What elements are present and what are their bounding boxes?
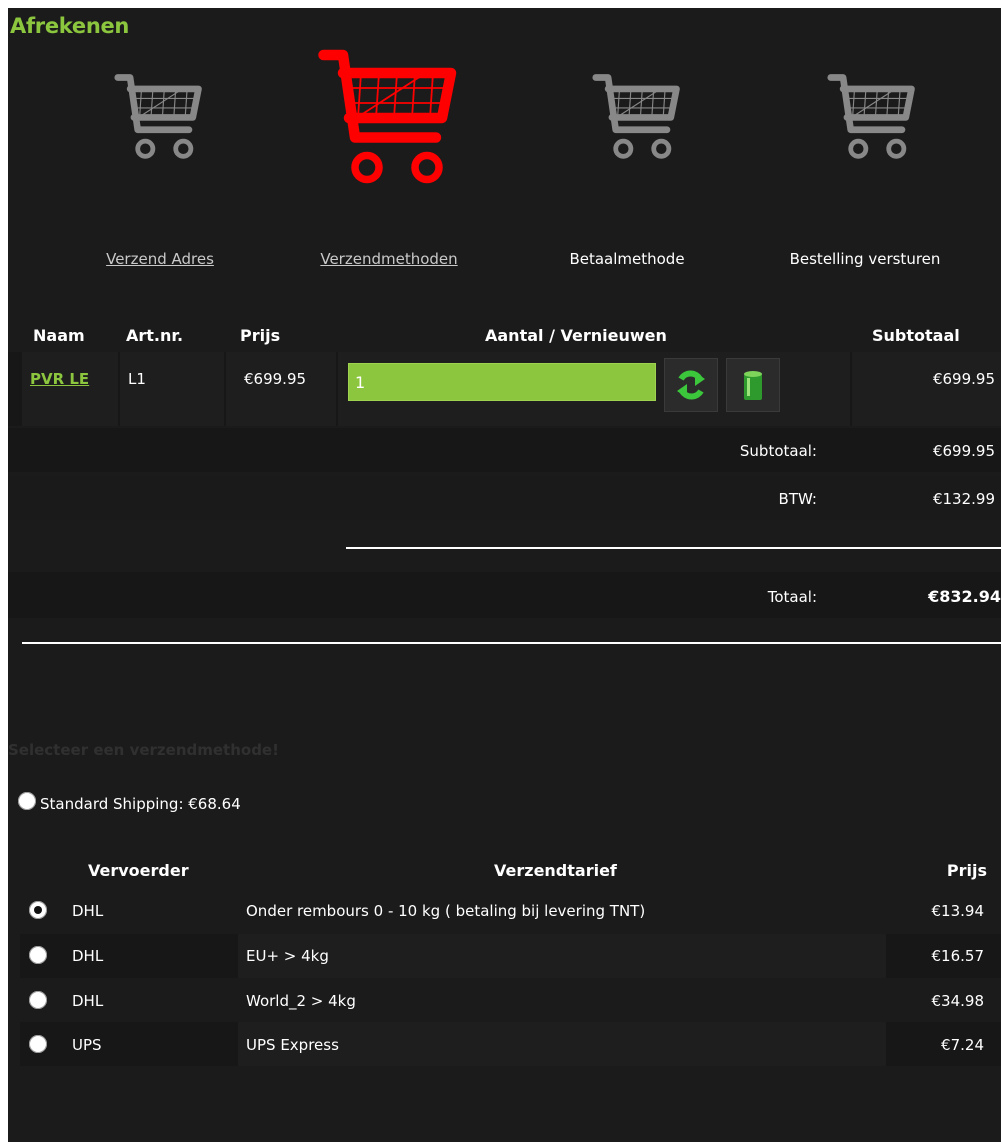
step-1-cart-icon [114,74,202,159]
page-title: Afrekenen [10,14,130,38]
shipping-col-rate: Verzendtarief [494,861,617,880]
product-price: €699.95 [244,370,307,388]
product-link[interactable]: PVR LE [30,370,89,388]
subtotal-label: Subtotaal: [739,442,817,460]
totals-divider [346,547,1001,549]
step-link-verzendmethoden[interactable]: Verzendmethoden [320,250,457,268]
shipping-rate: World_2 > 4kg [246,992,356,1010]
shipping-price: €34.98 [931,992,985,1010]
step-3-cart-icon [592,74,680,159]
product-subtotal: €699.95 [932,370,995,388]
standard-shipping-radio[interactable] [18,792,36,810]
vat-label: BTW: [778,490,817,508]
trash-icon [744,371,762,400]
shipping-radio-ups-express[interactable] [29,1035,47,1053]
step-2-cart-icon-active [318,49,457,184]
refresh-icon [677,370,705,400]
checkout-panel: Afrekenen Verzend Adres Verzendmethoden … [8,8,1001,1142]
total-label: Totaal: [767,588,817,606]
shipping-carrier: DHL [72,992,104,1010]
refresh-button[interactable] [664,358,718,412]
step-label-bestelling-versturen: Bestelling versturen [789,250,941,268]
col-header-subtotal: Subtotaal [872,326,960,345]
shipping-col-carrier: Vervoerder [88,861,189,880]
vat-value: €132.99 [932,490,995,508]
standard-shipping-label: Standard Shipping: €68.64 [40,795,241,813]
shipping-rate: Onder rembours 0 - 10 kg ( betaling bij … [246,902,646,920]
shipping-price: €16.57 [931,947,985,965]
section-divider [22,642,1001,644]
quantity-input[interactable] [348,363,656,401]
step-link-verzend-adres[interactable]: Verzend Adres [106,250,214,268]
step-label-betaalmethode: Betaalmethode [569,250,685,268]
delete-button[interactable] [726,358,780,412]
step-4-cart-icon [827,74,915,159]
col-header-art: Art.nr. [126,326,184,345]
shipping-price: €13.94 [931,902,985,920]
col-header-qty: Aantal / Vernieuwen [485,326,667,345]
shipping-radio-dhl-eu[interactable] [29,946,47,964]
shipping-rate: UPS Express [246,1036,339,1054]
col-header-name: Naam [33,326,85,345]
shipping-col-price: Prijs [946,861,987,880]
product-art-nr: L1 [128,370,146,388]
shipping-carrier: DHL [72,947,104,965]
shipping-price: €7.24 [941,1036,984,1054]
shipping-rate: EU+ > 4kg [246,947,329,965]
shipping-radio-dhl-world[interactable] [29,991,47,1009]
col-header-price: Prijs [240,326,281,345]
shipping-carrier: UPS [72,1036,102,1054]
shipping-carrier: DHL [72,902,104,920]
shipping-radio-dhl-rembours[interactable] [29,901,47,919]
total-value: €832.94 [928,587,1001,606]
shipping-heading: Selecteer een verzendmethode! [8,741,279,759]
subtotal-value: €699.95 [932,442,995,460]
